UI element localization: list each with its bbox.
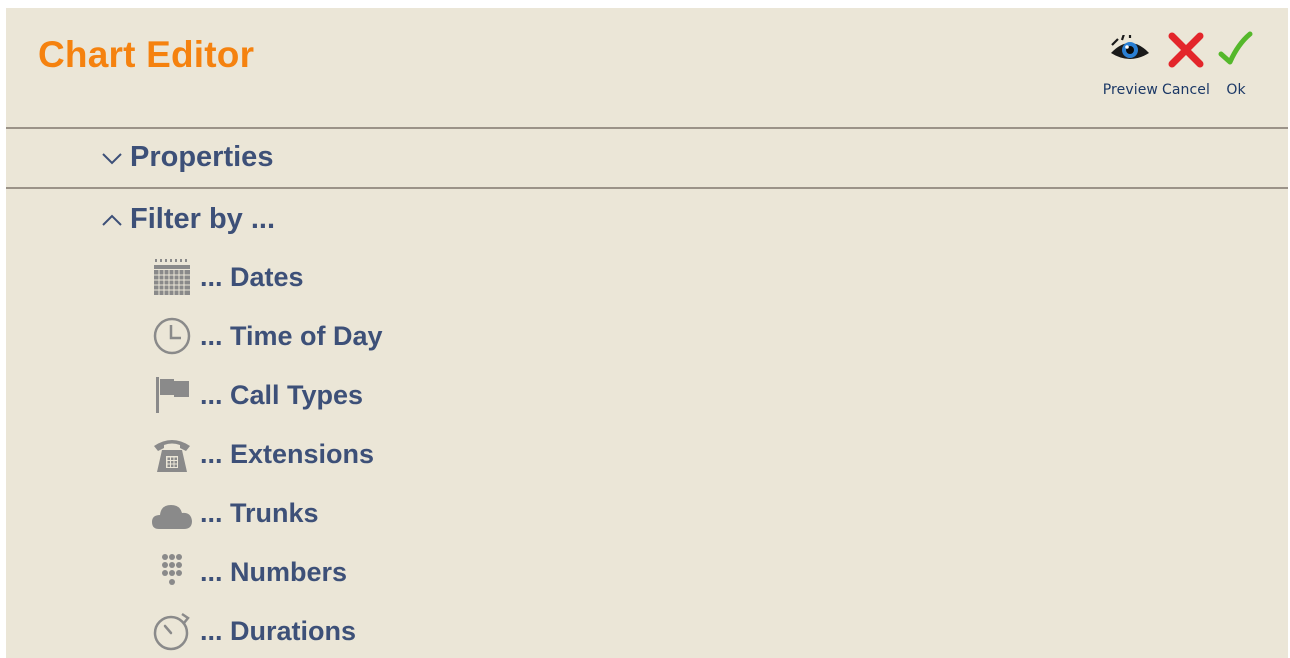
filter-toggle[interactable]: Filter by ... bbox=[100, 203, 275, 236]
filter-item-label: ... Dates bbox=[200, 261, 304, 292]
close-icon bbox=[1164, 28, 1208, 72]
filter-section: Filter by ... ... Dates ... Time of Day … bbox=[6, 189, 1288, 658]
filter-title: Filter by ... bbox=[130, 203, 276, 235]
ok-button[interactable]: Ok bbox=[1214, 28, 1258, 98]
chart-editor-panel: Chart Editor Preview Cancel Ok Propertie… bbox=[6, 8, 1288, 658]
properties-title: Properties bbox=[130, 141, 274, 173]
flag-icon bbox=[150, 373, 194, 417]
checkmark-icon bbox=[1214, 28, 1258, 72]
calendar-icon bbox=[150, 255, 194, 299]
preview-label: Preview bbox=[1102, 82, 1158, 98]
filter-item-extensions[interactable]: ... Extensions bbox=[150, 432, 374, 476]
filter-item-label: ... Durations bbox=[200, 615, 357, 646]
preview-button[interactable]: Preview bbox=[1103, 28, 1158, 98]
cloud-icon bbox=[150, 491, 194, 535]
filter-item-time-of-day[interactable]: ... Time of Day bbox=[150, 314, 383, 358]
editor-header: Chart Editor Preview Cancel Ok bbox=[6, 8, 1288, 129]
header-actions: Preview Cancel Ok bbox=[1099, 28, 1258, 98]
ok-label: Ok bbox=[1226, 82, 1246, 98]
clock-icon bbox=[150, 314, 194, 358]
page-title: Chart Editor bbox=[38, 34, 255, 75]
filter-item-dates[interactable]: ... Dates bbox=[150, 255, 304, 299]
properties-section: Properties bbox=[6, 129, 1288, 189]
filter-item-durations[interactable]: ... Durations bbox=[150, 609, 356, 653]
filter-item-trunks[interactable]: ... Trunks bbox=[150, 491, 319, 535]
properties-toggle[interactable]: Properties bbox=[100, 141, 273, 174]
stopwatch-icon bbox=[150, 609, 194, 653]
cancel-label: Cancel bbox=[1161, 82, 1210, 98]
filter-item-label: ... Time of Day bbox=[200, 320, 383, 351]
eye-icon bbox=[1108, 28, 1152, 72]
cancel-button[interactable]: Cancel bbox=[1162, 28, 1210, 98]
chevron-up-icon bbox=[102, 214, 122, 226]
filter-item-label: ... Extensions bbox=[200, 438, 375, 469]
filter-item-numbers[interactable]: ... Numbers bbox=[150, 550, 347, 594]
filter-item-label: ... Trunks bbox=[200, 497, 319, 528]
telephone-icon bbox=[150, 432, 194, 476]
filter-item-label: ... Numbers bbox=[200, 556, 348, 587]
filter-item-call-types[interactable]: ... Call Types bbox=[150, 373, 363, 417]
filter-item-label: ... Call Types bbox=[200, 379, 364, 410]
keypad-icon bbox=[150, 550, 194, 594]
chevron-down-icon bbox=[102, 152, 122, 164]
